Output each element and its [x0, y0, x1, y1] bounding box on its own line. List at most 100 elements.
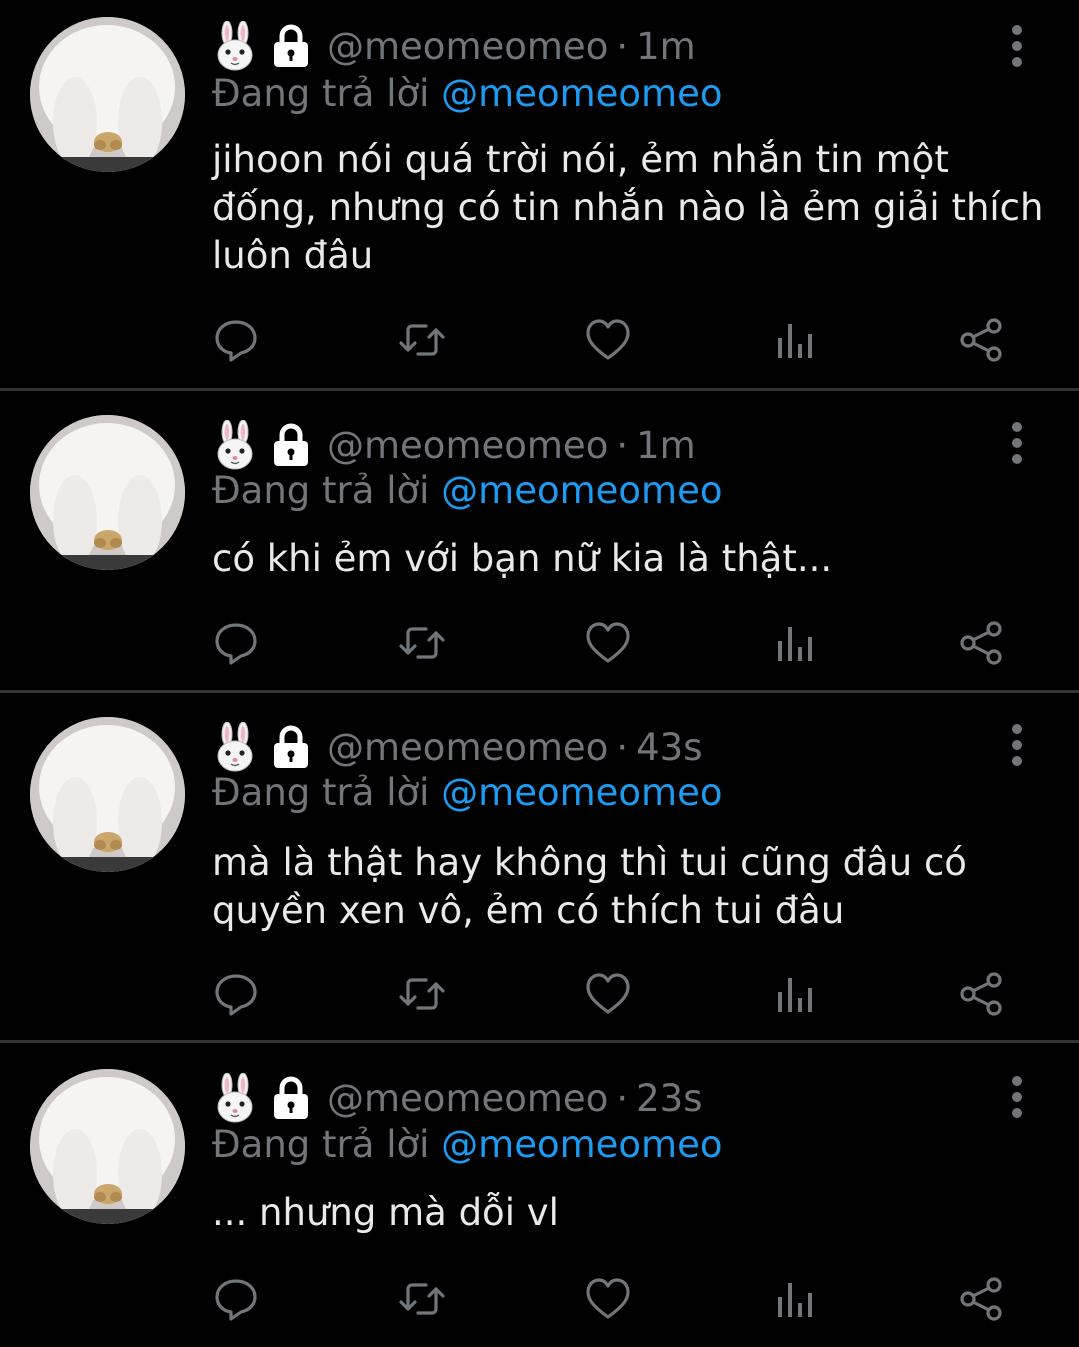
- views-button[interactable]: [772, 316, 820, 364]
- replying-mention[interactable]: @meomeomeo: [441, 469, 722, 512]
- replying-label: Đang trả lời: [212, 771, 430, 814]
- retweet-button[interactable]: [398, 619, 446, 667]
- avatar-image: [30, 717, 185, 872]
- like-button[interactable]: [584, 970, 632, 1018]
- retweet-icon: [398, 970, 446, 1018]
- separator-dot: ·: [616, 423, 629, 467]
- reply-button[interactable]: [212, 1275, 260, 1323]
- views-button[interactable]: [772, 1275, 820, 1323]
- rabbit-emoji-icon: [213, 21, 257, 71]
- timestamp[interactable]: 1m: [636, 424, 696, 467]
- replying-label: Đang trả lời: [212, 72, 430, 115]
- more-icon[interactable]: [1007, 24, 1027, 68]
- lock-icon: [271, 24, 311, 68]
- lock-icon: [271, 725, 311, 769]
- share-icon: [958, 970, 1006, 1018]
- views-icon: [772, 1275, 820, 1323]
- tweet-header: @meomeomeo · 1m: [213, 417, 696, 473]
- separator-dot: ·: [616, 725, 629, 769]
- like-button[interactable]: [584, 316, 632, 364]
- retweet-button[interactable]: [398, 316, 446, 364]
- views-button[interactable]: [772, 970, 820, 1018]
- views-button[interactable]: [772, 619, 820, 667]
- lock-icon: [271, 423, 311, 467]
- share-icon: [958, 1275, 1006, 1323]
- more-icon[interactable]: [1007, 421, 1027, 465]
- separator-dot: ·: [616, 24, 629, 68]
- reply-button[interactable]: [212, 619, 260, 667]
- share-icon: [958, 619, 1006, 667]
- tweet-text: có khi ẻm với bạn nữ kia là thật...: [212, 537, 833, 580]
- separator-dot: ·: [616, 1076, 629, 1120]
- avatar[interactable]: [30, 717, 185, 872]
- replying-to: Đang trả lời @meomeomeo: [212, 469, 723, 512]
- replying-to: Đang trả lời @meomeomeo: [212, 72, 723, 115]
- views-icon: [772, 316, 820, 364]
- action-bar: [212, 619, 1012, 667]
- retweet-icon: [398, 1275, 446, 1323]
- tweet[interactable]: @meomeomeo · 23s Đang trả lời @meomeomeo…: [0, 1043, 1079, 1347]
- timestamp[interactable]: 23s: [636, 1077, 702, 1120]
- views-icon: [772, 970, 820, 1018]
- like-icon: [584, 970, 632, 1018]
- tweet-text: ... nhưng mà dỗi vl: [212, 1191, 559, 1234]
- replying-mention[interactable]: @meomeomeo: [441, 771, 722, 814]
- reply-icon: [212, 316, 260, 364]
- like-button[interactable]: [584, 1275, 632, 1323]
- tweet[interactable]: @meomeomeo · 1m Đang trả lời @meomeomeo …: [0, 0, 1079, 388]
- avatar-image: [30, 415, 185, 570]
- replying-label: Đang trả lời: [212, 1123, 430, 1166]
- retweet-icon: [398, 619, 446, 667]
- lock-icon: [271, 1076, 311, 1120]
- tweet[interactable]: @meomeomeo · 43s Đang trả lời @meomeomeo…: [0, 693, 1079, 1040]
- avatar[interactable]: [30, 17, 185, 172]
- reply-icon: [212, 1275, 260, 1323]
- tweet[interactable]: @meomeomeo · 1m Đang trả lời @meomeomeo …: [0, 391, 1079, 690]
- rabbit-emoji-icon: [213, 1073, 257, 1123]
- like-button[interactable]: [584, 619, 632, 667]
- retweet-button[interactable]: [398, 970, 446, 1018]
- share-icon: [958, 316, 1006, 364]
- reply-button[interactable]: [212, 970, 260, 1018]
- tweet-text: jihoon nói quá trời nói, ẻm nhắn tin một…: [212, 138, 1044, 277]
- replying-to: Đang trả lời @meomeomeo: [212, 771, 723, 814]
- share-button[interactable]: [958, 1275, 1006, 1323]
- tweet-header: @meomeomeo · 23s: [213, 1070, 702, 1126]
- user-handle[interactable]: @meomeomeo: [327, 726, 608, 769]
- action-bar: [212, 316, 1012, 364]
- rabbit-emoji-icon: [213, 420, 257, 470]
- reply-icon: [212, 619, 260, 667]
- user-handle[interactable]: @meomeomeo: [327, 424, 608, 467]
- like-icon: [584, 316, 632, 364]
- avatar[interactable]: [30, 1069, 185, 1224]
- avatar[interactable]: [30, 415, 185, 570]
- like-icon: [584, 619, 632, 667]
- tweet-header: @meomeomeo · 1m: [213, 18, 696, 74]
- share-button[interactable]: [958, 970, 1006, 1018]
- avatar-image: [30, 17, 185, 172]
- retweet-icon: [398, 316, 446, 364]
- timestamp[interactable]: 43s: [636, 726, 702, 769]
- tweet-text: mà là thật hay không thì tui cũng đâu có…: [212, 841, 967, 932]
- replying-to: Đang trả lời @meomeomeo: [212, 1123, 723, 1166]
- action-bar: [212, 970, 1012, 1018]
- user-handle[interactable]: @meomeomeo: [327, 25, 608, 68]
- more-icon[interactable]: [1007, 723, 1027, 767]
- user-handle[interactable]: @meomeomeo: [327, 1077, 608, 1120]
- replying-mention[interactable]: @meomeomeo: [441, 1123, 722, 1166]
- views-icon: [772, 619, 820, 667]
- more-icon[interactable]: [1007, 1075, 1027, 1119]
- avatar-image: [30, 1069, 185, 1224]
- share-button[interactable]: [958, 316, 1006, 364]
- reply-button[interactable]: [212, 316, 260, 364]
- retweet-button[interactable]: [398, 1275, 446, 1323]
- replying-label: Đang trả lời: [212, 469, 430, 512]
- share-button[interactable]: [958, 619, 1006, 667]
- action-bar: [212, 1275, 1012, 1323]
- reply-icon: [212, 970, 260, 1018]
- timestamp[interactable]: 1m: [636, 25, 696, 68]
- tweet-header: @meomeomeo · 43s: [213, 719, 702, 775]
- rabbit-emoji-icon: [213, 722, 257, 772]
- like-icon: [584, 1275, 632, 1323]
- replying-mention[interactable]: @meomeomeo: [441, 72, 722, 115]
